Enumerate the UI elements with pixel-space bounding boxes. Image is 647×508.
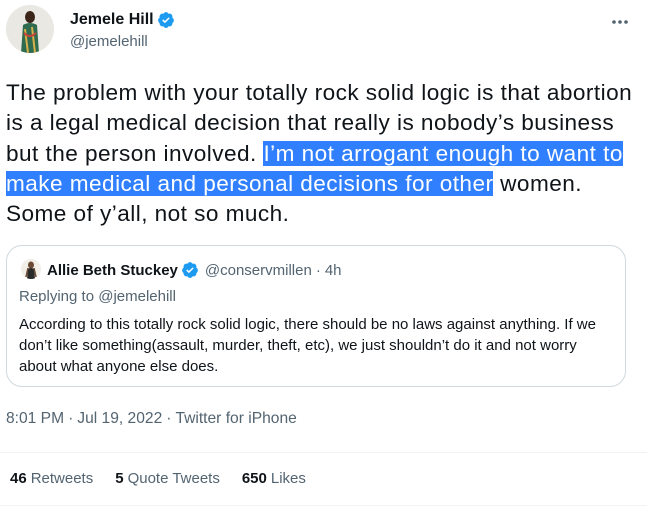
separator-dot: · — [166, 410, 172, 427]
author-avatar[interactable] — [6, 5, 54, 53]
tweet-stats: 46 Retweets 5 Quote Tweets 650 Likes — [10, 470, 328, 487]
retweets-label: Retweets — [30, 470, 94, 487]
retweets-stat[interactable]: 46 Retweets — [10, 470, 93, 487]
person-avatar-icon — [21, 259, 41, 279]
quoted-display-name[interactable]: Allie Beth Stuckey — [47, 262, 178, 279]
tweet-text: The problem with your totally rock solid… — [6, 78, 636, 229]
replying-to-label: Replying to @jemelehill — [19, 288, 176, 305]
quoted-author-avatar[interactable] — [21, 259, 41, 279]
likes-count: 650 — [241, 470, 267, 487]
tweet: Jemele Hill @jemelehill The problem with… — [0, 0, 647, 508]
quoted-timestamp[interactable]: 4h — [325, 262, 342, 279]
author-handle[interactable]: @jemelehill — [70, 33, 148, 50]
tweet-time[interactable]: 8:01 PM — [6, 410, 64, 428]
retweets-count: 46 — [10, 470, 27, 487]
quoted-handle[interactable]: @conservmillen — [205, 262, 312, 279]
quote-tweets-label: Quote Tweets — [127, 470, 220, 487]
tweet-source[interactable]: Twitter for iPhone — [175, 410, 296, 428]
quoted-name-line: Allie Beth Stuckey @conservmillen · 4h — [47, 260, 342, 280]
quoted-tweet-card[interactable]: Allie Beth Stuckey @conservmillen · 4h R… — [6, 245, 626, 387]
author-name-line: Jemele Hill — [70, 10, 175, 30]
quoted-tweet-text: According to this totally rock solid log… — [19, 316, 596, 375]
quote-tweets-stat[interactable]: 5 Quote Tweets — [115, 470, 220, 487]
separator-dot: · — [315, 261, 321, 279]
tweet-date[interactable]: Jul 19, 2022 — [77, 410, 162, 428]
verified-badge-icon — [181, 261, 199, 279]
more-dots-icon — [612, 20, 628, 24]
verified-badge-icon — [157, 11, 175, 29]
quote-tweets-count: 5 — [115, 470, 124, 487]
separator-dot: · — [68, 410, 74, 427]
more-options-button[interactable] — [606, 8, 634, 36]
tweet-meta: 8:01 PM · Jul 19, 2022 · Twitter for iPh… — [6, 410, 297, 428]
person-avatar-icon — [6, 5, 54, 53]
divider — [0, 452, 647, 453]
author-display-name[interactable]: Jemele Hill — [70, 11, 154, 29]
likes-stat[interactable]: 650 Likes — [242, 470, 306, 487]
likes-label: Likes — [270, 470, 306, 487]
divider — [0, 505, 647, 506]
